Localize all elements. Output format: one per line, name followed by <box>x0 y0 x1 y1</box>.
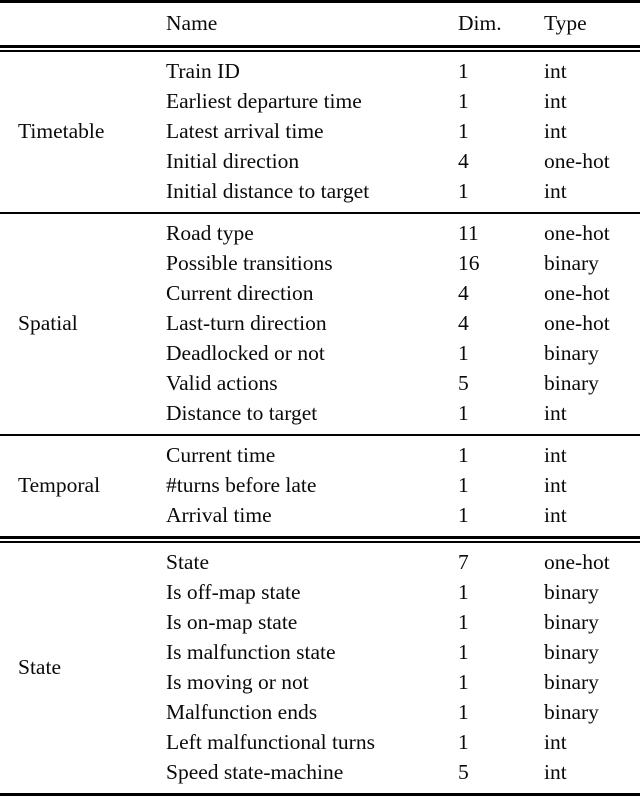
feature-type-cell: binary <box>544 670 599 695</box>
rule-cell <box>0 536 640 543</box>
feature-name-cell: Valid actions <box>166 371 278 396</box>
feature-name-cell: #turns before late <box>166 473 317 498</box>
feature-name-cell: Current direction <box>166 281 314 306</box>
feature-dim-cell: 1 <box>458 473 469 498</box>
feature-name-cell: Last-turn direction <box>166 311 327 336</box>
table-header-row: Name Dim. Type <box>0 3 640 45</box>
table-row: Timetable Train ID 1 int <box>0 57 640 143</box>
feature-dim-cell: 4 <box>458 311 469 336</box>
feature-name-cell: Initial distance to target <box>166 179 370 204</box>
feature-type-cell: one-hot <box>544 221 610 246</box>
feature-name-cell: Road type <box>166 221 254 246</box>
feature-type-cell: binary <box>544 341 599 366</box>
feature-type-cell: int <box>544 401 567 426</box>
feature-type-cell: int <box>544 119 567 144</box>
feature-dim-cell: 7 <box>458 550 469 575</box>
row-group-label: State <box>18 655 61 680</box>
section-divider-rule <box>0 536 640 543</box>
feature-type-cell: int <box>544 89 567 114</box>
spec-table: Name Dim. Type Timetable Train ID 1 int Earlies… <box>0 0 640 796</box>
feature-name-cell: Left malfunctional turns <box>166 730 375 755</box>
feature-type-cell: int <box>544 730 567 755</box>
feature-dim-cell: 1 <box>458 700 469 725</box>
table-row: Spatial Road type 11 one-hot <box>0 219 640 335</box>
feature-dim-cell: 16 <box>458 251 480 276</box>
column-header-dim: Dim. <box>458 11 502 36</box>
row-group-label: Timetable <box>18 119 105 144</box>
feature-name-cell: Earliest departure time <box>166 89 362 114</box>
feature-dim-cell: 1 <box>458 119 469 144</box>
table-row: Temporal Current time 1 int <box>0 441 640 497</box>
feature-dim-cell: 1 <box>458 503 469 528</box>
column-header-group <box>0 3 158 45</box>
feature-dim-cell: 1 <box>458 730 469 755</box>
feature-name-cell: Latest arrival time <box>166 119 324 144</box>
feature-type-cell: binary <box>544 251 599 276</box>
feature-dim-cell: 4 <box>458 149 469 174</box>
feature-type-cell: one-hot <box>544 311 610 336</box>
feature-type-cell: binary <box>544 580 599 605</box>
feature-type-cell: binary <box>544 610 599 635</box>
feature-type-cell: one-hot <box>544 550 610 575</box>
feature-dim-cell: 4 <box>458 281 469 306</box>
table-header-rule <box>0 45 640 52</box>
feature-name-cell: Is off-map state <box>166 580 301 605</box>
feature-dim-cell: 1 <box>458 670 469 695</box>
feature-dim-cell: 1 <box>458 443 469 468</box>
column-header-name: Name <box>166 11 218 36</box>
rule-cell <box>0 45 640 52</box>
feature-dim-cell: 5 <box>458 371 469 396</box>
feature-type-cell: binary <box>544 700 599 725</box>
feature-type-cell: binary <box>544 640 599 665</box>
observation-feature-table: Name Dim. Type Timetable Train ID 1 int Earlies… <box>0 0 640 796</box>
feature-type-cell: int <box>544 503 567 528</box>
feature-dim-cell: 11 <box>458 221 479 246</box>
feature-dim-cell: 1 <box>458 59 469 84</box>
feature-dim-cell: 1 <box>458 610 469 635</box>
feature-dim-cell: 1 <box>458 341 469 366</box>
feature-type-cell: int <box>544 59 567 84</box>
feature-type-cell: int <box>544 443 567 468</box>
feature-type-cell: one-hot <box>544 281 610 306</box>
feature-name-cell: Possible transitions <box>166 251 333 276</box>
feature-type-cell: int <box>544 473 567 498</box>
feature-name-cell: Is on-map state <box>166 610 298 635</box>
feature-name-cell: Is malfunction state <box>166 640 336 665</box>
feature-name-cell: Current time <box>166 443 276 468</box>
row-group-label: Temporal <box>18 473 101 498</box>
column-header-type: Type <box>544 11 587 36</box>
feature-dim-cell: 1 <box>458 640 469 665</box>
table-row: State State 7 one-hot <box>0 548 640 679</box>
feature-dim-cell: 1 <box>458 89 469 114</box>
feature-dim-cell: 1 <box>458 179 469 204</box>
feature-name-cell: State <box>166 550 209 575</box>
feature-name-cell: Distance to target <box>166 401 318 426</box>
feature-name-cell: Deadlocked or not <box>166 341 325 366</box>
feature-name-cell: Malfunction ends <box>166 700 318 725</box>
row-group-label: Spatial <box>18 311 78 336</box>
feature-type-cell: binary <box>544 371 599 396</box>
feature-name-cell: Is moving or not <box>166 670 309 695</box>
feature-type-cell: one-hot <box>544 149 610 174</box>
feature-dim-cell: 1 <box>458 401 469 426</box>
feature-name-cell: Arrival time <box>166 503 272 528</box>
feature-type-cell: int <box>544 179 567 204</box>
feature-name-cell: Initial direction <box>166 149 300 174</box>
feature-name-cell: Train ID <box>166 59 240 84</box>
feature-dim-cell: 1 <box>458 580 469 605</box>
